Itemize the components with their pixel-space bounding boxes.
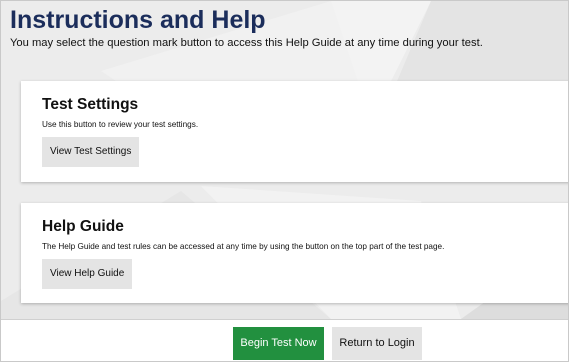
help-guide-card: Help Guide The Help Guide and test rules…: [21, 203, 568, 303]
begin-test-button[interactable]: Begin Test Now: [233, 327, 324, 360]
help-guide-title: Help Guide: [42, 218, 124, 235]
page-title: Instructions and Help: [10, 6, 266, 34]
instructions-page: Instructions and Help You may select the…: [0, 0, 569, 362]
return-to-login-button[interactable]: Return to Login: [332, 327, 422, 360]
test-settings-title: Test Settings: [42, 96, 139, 113]
help-guide-description: The Help Guide and test rules can be acc…: [42, 242, 445, 251]
page-subtitle: You may select the question mark button …: [10, 37, 483, 49]
test-settings-description: Use this button to review your test sett…: [42, 120, 199, 129]
view-test-settings-button[interactable]: View Test Settings: [42, 137, 140, 167]
footer-bar: Begin Test Now Return to Login: [1, 319, 568, 361]
view-help-guide-button[interactable]: View Help Guide: [42, 259, 133, 289]
test-settings-card: Test Settings Use this button to review …: [21, 81, 568, 182]
page-header: Instructions and Help You may select the…: [10, 6, 483, 50]
